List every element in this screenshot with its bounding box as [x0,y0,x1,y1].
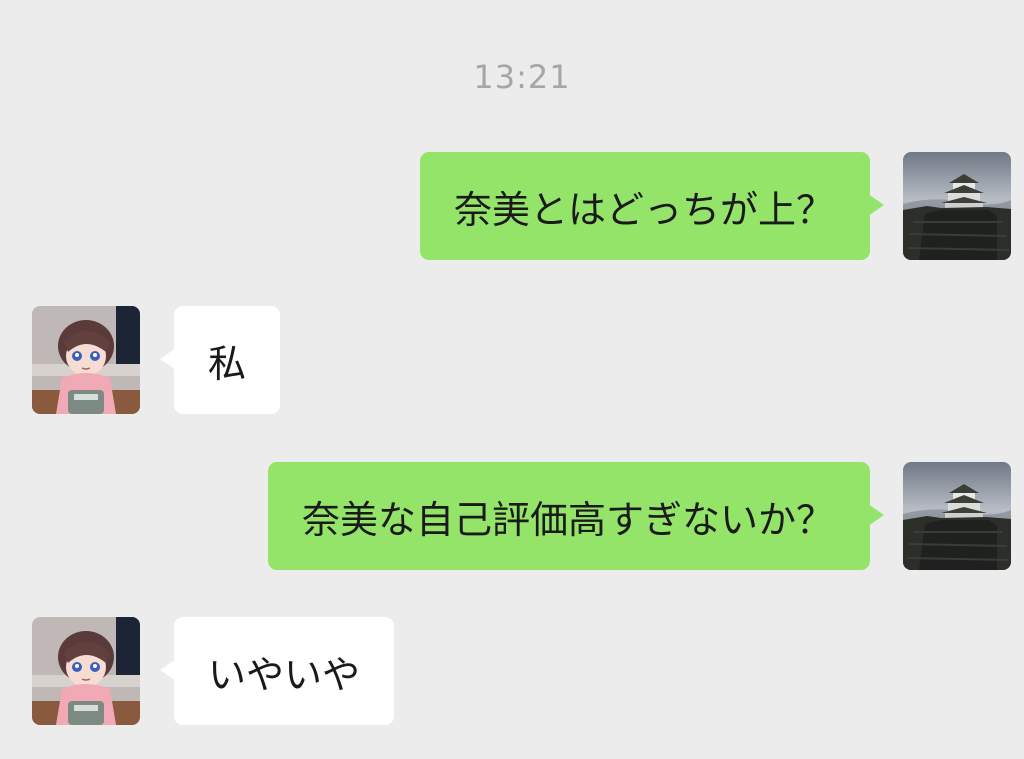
message-bubble-sent[interactable]: 奈美な自己評価高すぎないか？ [267,462,885,570]
message-text: 奈美な自己評価高すぎないか？ [301,497,834,542]
castle-avatar-icon[interactable] [903,152,1011,260]
castle-avatar-icon[interactable] [903,462,1011,570]
message-bubble-sent[interactable]: 奈美とはどっちが上？ [419,152,885,260]
anime-girl-avatar-icon[interactable] [32,617,140,725]
chat-timestamp: 13:21 [473,58,571,96]
anime-girl-avatar-icon[interactable] [32,306,140,414]
message-text: いやいや [208,652,361,697]
message-text: 奈美とはどっちが上？ [453,187,834,232]
message-text: 私 [208,341,247,386]
message-bubble-received[interactable]: いやいや [159,617,395,725]
message-bubble-received[interactable]: 私 [159,306,281,414]
